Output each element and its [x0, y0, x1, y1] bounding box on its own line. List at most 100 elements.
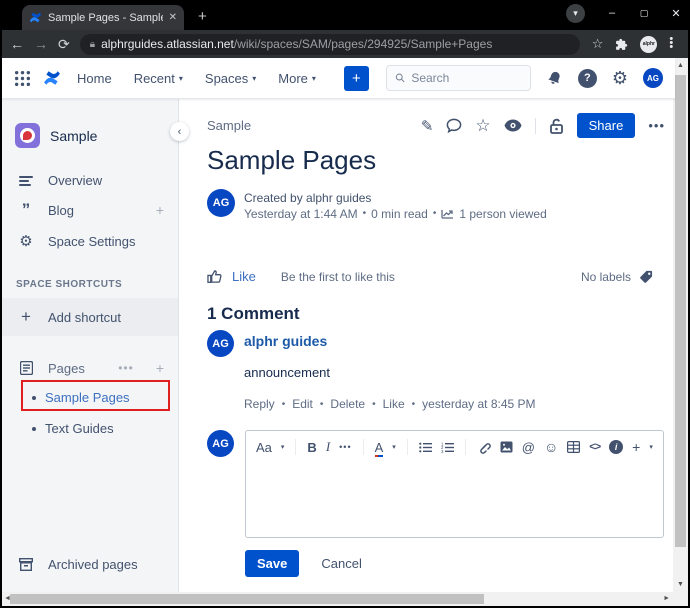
- thumbs-up-icon[interactable]: [207, 269, 222, 284]
- watch-eye-icon[interactable]: [504, 119, 522, 132]
- create-button[interactable]: +: [343, 65, 369, 91]
- comment-author[interactable]: alphr guides: [244, 333, 536, 349]
- comments-heading: 1 Comment: [207, 304, 300, 323]
- sidebar-page-sample-pages[interactable]: Sample Pages: [2, 380, 178, 413]
- sidebar-collapse-button[interactable]: ‹: [170, 122, 189, 141]
- chevron-down-icon: ▾: [280, 444, 285, 451]
- like-button[interactable]: Like: [232, 269, 256, 284]
- space-header[interactable]: Sample: [2, 99, 178, 166]
- commenter-avatar[interactable]: AG: [207, 330, 234, 357]
- search-box[interactable]: [385, 65, 531, 91]
- nav-recent[interactable]: Recent ▾: [134, 71, 183, 86]
- back-button[interactable]: ←: [10, 37, 24, 51]
- no-labels-text[interactable]: No labels: [581, 270, 631, 284]
- insert-more-dropdown[interactable]: + ▾: [632, 439, 653, 455]
- tab-close-icon[interactable]: ✕: [169, 12, 177, 23]
- confluence-logo[interactable]: [41, 69, 63, 87]
- save-button[interactable]: Save: [245, 550, 300, 577]
- label-tag-icon[interactable]: [639, 270, 653, 284]
- sidebar-item-overview[interactable]: Overview: [2, 166, 178, 195]
- vertical-scrollbar[interactable]: ▲ ▼: [673, 58, 688, 592]
- table-icon[interactable]: [567, 441, 581, 453]
- comment-edit-link[interactable]: Edit: [292, 397, 313, 411]
- user-avatar[interactable]: AG: [643, 68, 663, 88]
- share-button[interactable]: Share: [576, 113, 636, 138]
- horizontal-scroll-thumb[interactable]: [10, 594, 484, 604]
- url-path: /wiki/spaces/SAM/pages/294925/Sample+Pag…: [233, 37, 493, 51]
- vertical-scroll-thumb[interactable]: [675, 75, 686, 547]
- archived-pages-link[interactable]: Archived pages: [2, 549, 178, 580]
- numbered-list-icon[interactable]: 123: [441, 442, 454, 453]
- comment-input-area[interactable]: Aa ▾ B I ••• A ▾ 123 @ ☺ <> i + ▾: [245, 430, 664, 538]
- analytics-trend-icon: [441, 209, 454, 219]
- cancel-button[interactable]: Cancel: [321, 556, 361, 571]
- pages-more-icon[interactable]: •••: [118, 361, 134, 375]
- comment-delete-link[interactable]: Delete: [330, 397, 365, 411]
- insert-image-icon[interactable]: [500, 441, 513, 453]
- text-style-dropdown[interactable]: Aa ▾: [256, 440, 284, 455]
- nav-spaces[interactable]: Spaces ▾: [205, 71, 256, 86]
- created-by[interactable]: Created by alphr guides: [244, 190, 547, 206]
- comment-reply-link[interactable]: Reply: [244, 397, 275, 411]
- horizontal-scrollbar[interactable]: ◄ ►: [2, 592, 688, 606]
- add-page-icon[interactable]: +: [156, 360, 164, 376]
- code-icon[interactable]: <>: [589, 441, 601, 453]
- add-blog-icon[interactable]: +: [156, 202, 164, 218]
- editor-buttons: Save Cancel: [245, 550, 362, 577]
- notifications-bell-icon[interactable]: [546, 70, 563, 87]
- sidebar-item-blog[interactable]: ” Blog +: [2, 195, 178, 225]
- favorite-star-icon[interactable]: ☆: [475, 116, 490, 136]
- browser-menu-icon[interactable]: • • •: [669, 34, 673, 52]
- mention-icon[interactable]: @: [522, 440, 535, 455]
- link-icon[interactable]: [477, 440, 491, 454]
- sidebar-page-text-guides[interactable]: Text Guides: [2, 413, 178, 444]
- people-viewed[interactable]: 1 person viewed: [459, 206, 546, 222]
- scroll-up-icon[interactable]: ▲: [673, 62, 688, 69]
- text-color-button[interactable]: A ▾: [374, 439, 396, 457]
- chrome-flag-icon[interactable]: ▾: [566, 4, 585, 23]
- page-more-icon[interactable]: •••: [648, 118, 665, 133]
- reload-button[interactable]: ⟳: [58, 37, 70, 51]
- text-color-label: A: [374, 439, 384, 457]
- minimize-button[interactable]: –: [597, 0, 627, 26]
- comment-like-link[interactable]: Like: [383, 397, 405, 411]
- search-input[interactable]: [411, 71, 522, 85]
- sidebar-item-label: Blog: [48, 202, 75, 218]
- comment-balloon-icon[interactable]: [446, 118, 462, 133]
- nav-home[interactable]: Home: [77, 71, 112, 86]
- author-avatar[interactable]: AG: [207, 189, 235, 217]
- pages-section-header[interactable]: Pages ••• +: [2, 350, 178, 382]
- maximize-button[interactable]: ▢: [629, 0, 659, 26]
- browser-tab[interactable]: Sample Pages - Sample - Conflu ✕: [22, 5, 184, 30]
- unlock-icon[interactable]: [549, 118, 564, 134]
- bullet-list-icon[interactable]: [418, 442, 432, 453]
- breadcrumb[interactable]: Sample: [207, 118, 251, 133]
- app-switcher-icon[interactable]: [14, 70, 31, 87]
- bookmark-star-icon[interactable]: ☆: [592, 36, 604, 52]
- emoji-icon[interactable]: ☺: [544, 439, 558, 455]
- address-bar[interactable]: 🔒︎ alphrguides.atlassian.net/wiki/spaces…: [79, 33, 580, 55]
- add-shortcut-button[interactable]: + Add shortcut: [2, 298, 178, 336]
- more-formatting-icon[interactable]: •••: [339, 442, 351, 452]
- scroll-down-icon[interactable]: ▼: [673, 581, 688, 588]
- space-shortcuts-header: SPACE SHORTCUTS: [16, 279, 123, 290]
- confluence-favicon: [29, 12, 42, 23]
- help-icon[interactable]: ?: [577, 68, 597, 88]
- bold-button[interactable]: B: [307, 440, 316, 455]
- nav-more[interactable]: More ▾: [278, 71, 316, 86]
- info-panel-icon[interactable]: i: [609, 440, 624, 454]
- chevron-down-icon: ▾: [392, 444, 396, 451]
- browser-profile-avatar[interactable]: alphr: [640, 35, 658, 53]
- italic-button[interactable]: I: [326, 439, 330, 455]
- extensions-puzzle-icon[interactable]: [615, 38, 628, 51]
- scroll-right-icon[interactable]: ►: [663, 595, 670, 602]
- new-tab-button[interactable]: +: [198, 8, 207, 25]
- edit-pencil-icon[interactable]: ✎: [421, 117, 434, 135]
- comment-editor: AG Aa ▾ B I ••• A ▾ 123 @ ☺ <> i + ▾: [207, 430, 664, 538]
- settings-gear-icon[interactable]: ⚙: [612, 69, 628, 87]
- page-content: Sample ✎ ☆ Share ••• Sample Pages AG Cre…: [180, 99, 675, 592]
- close-button[interactable]: ✕: [661, 0, 688, 26]
- sidebar-item-space-settings[interactable]: ⚙ Space Settings: [2, 225, 178, 257]
- forward-button[interactable]: →: [34, 37, 48, 51]
- page-doc-icon: [18, 361, 34, 375]
